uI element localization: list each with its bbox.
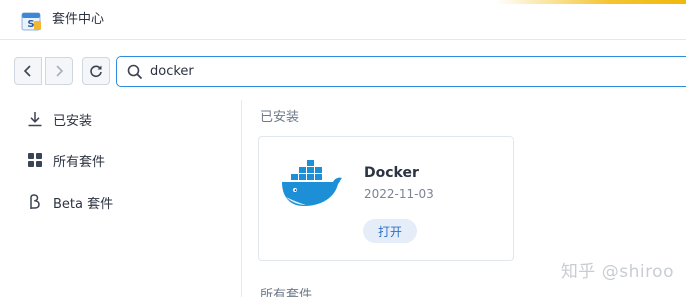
sidebar-item-label: Beta 套件 — [53, 196, 114, 212]
package-center-app-icon: S — [21, 12, 41, 31]
chevron-left-icon — [23, 65, 31, 77]
toolbar — [0, 40, 686, 100]
sidebar: 已安装 所有套件 Beta 套件 — [0, 100, 242, 297]
app-title: 套件中心 — [52, 12, 105, 27]
all-packages-heading: 所有套件 — [260, 288, 313, 297]
sidebar-item-all-packages[interactable]: 所有套件 — [0, 142, 241, 178]
sidebar-item-beta-packages[interactable]: Beta 套件 — [0, 184, 241, 220]
watermark: 知乎 @shiroo — [560, 262, 674, 282]
chevron-right-icon — [56, 65, 64, 77]
search-icon — [127, 64, 143, 80]
package-name: Docker — [364, 165, 419, 181]
beta-icon — [30, 194, 40, 209]
sidebar-item-label: 已安装 — [53, 113, 93, 129]
title-bar: S 套件中心 — [0, 0, 686, 40]
title-bar-accent — [496, 0, 686, 4]
installed-heading: 已安装 — [260, 110, 300, 125]
package-card-docker[interactable]: Docker 2022-11-03 打开 — [258, 136, 514, 261]
back-button[interactable] — [14, 57, 42, 85]
open-button[interactable]: 打开 — [363, 219, 417, 243]
refresh-icon — [90, 65, 102, 78]
docker-whale-icon — [282, 160, 342, 206]
svg-text:S: S — [27, 19, 34, 30]
refresh-button[interactable] — [82, 57, 110, 85]
sidebar-item-label: 所有套件 — [53, 154, 106, 170]
package-center-window: S 套件中心 docker 已安装 所有套件 Beta 套件 已安装 Docke… — [0, 0, 686, 297]
search-input[interactable] — [150, 60, 650, 82]
package-date: 2022-11-03 — [364, 187, 434, 201]
download-icon — [28, 112, 42, 127]
sidebar-item-installed[interactable]: 已安装 — [0, 101, 241, 137]
search-box[interactable] — [116, 56, 686, 87]
forward-button[interactable] — [45, 57, 73, 85]
grid-icon — [28, 153, 42, 167]
